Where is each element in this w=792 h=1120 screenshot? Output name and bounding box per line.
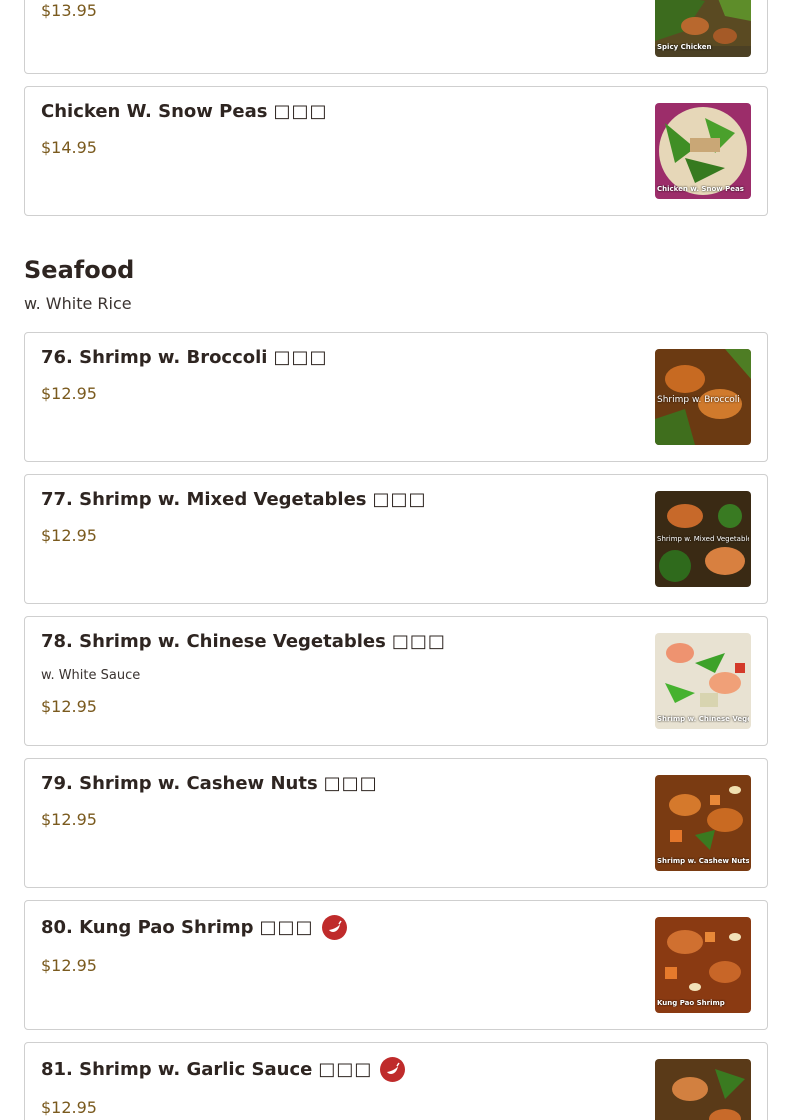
item-chinese-name: □□□ bbox=[259, 917, 314, 938]
spicy-pepper-icon bbox=[380, 1057, 406, 1082]
menu-item-card[interactable]: 77. Shrimp w. Mixed Vegetables □□□ $12.9… bbox=[24, 474, 768, 604]
item-thumbnail: Spicy Chicken bbox=[655, 0, 751, 57]
item-chinese-name: □□□ bbox=[318, 1059, 373, 1080]
item-name: 78. Shrimp w. Chinese Vegetables bbox=[41, 631, 386, 652]
thumbnail-caption: Shrimp w. Cashew Nuts bbox=[657, 857, 749, 865]
item-price: $14.95 bbox=[41, 138, 97, 157]
item-thumbnail: Shrimp w. Cashew Nuts bbox=[655, 775, 751, 871]
menu-item-card[interactable]: 76. Shrimp w. Broccoli □□□ $12.95 Shrimp… bbox=[24, 332, 768, 462]
item-title: 79. Shrimp w. Cashew Nuts □□□ bbox=[41, 773, 378, 794]
item-chinese-name: □□□ bbox=[273, 347, 328, 368]
item-chinese-name: □□□ bbox=[372, 489, 427, 510]
item-price: $12.95 bbox=[41, 810, 97, 829]
item-chinese-name: □□□ bbox=[273, 101, 328, 122]
menu-item-card[interactable]: 78. Shrimp w. Chinese Vegetables □□□ w. … bbox=[24, 616, 768, 746]
item-name: 80. Kung Pao Shrimp bbox=[41, 917, 254, 938]
item-description: w. White Sauce bbox=[41, 668, 141, 683]
thumbnail-caption: Kung Pao Shrimp bbox=[657, 999, 725, 1007]
item-title: 81. Shrimp w. Garlic Sauce □□□ bbox=[41, 1057, 406, 1082]
item-price: $12.95 bbox=[41, 697, 97, 716]
menu-item-card[interactable]: 81. Shrimp w. Garlic Sauce □□□ $12.95 bbox=[24, 1042, 768, 1120]
item-chinese-name: □□□ bbox=[391, 631, 446, 652]
item-title: Chicken W. Snow Peas □□□ bbox=[41, 101, 327, 122]
thumbnail-caption: Shrimp w. Chinese Vegetables bbox=[657, 715, 749, 723]
item-title: 78. Shrimp w. Chinese Vegetables □□□ bbox=[41, 631, 446, 652]
thumbnail-caption: Spicy Chicken bbox=[657, 43, 712, 51]
spicy-pepper-icon bbox=[321, 915, 347, 940]
section-title: Seafood bbox=[24, 256, 135, 284]
item-title: 80. Kung Pao Shrimp □□□ bbox=[41, 915, 347, 940]
item-price: $13.95 bbox=[41, 1, 97, 20]
menu-item-card[interactable]: 80. Kung Pao Shrimp □□□ $12.95 Kung Pao … bbox=[24, 900, 768, 1030]
item-title: 76. Shrimp w. Broccoli □□□ bbox=[41, 347, 328, 368]
menu-item-card[interactable]: Chicken W. Snow Peas □□□ $14.95 Chicken … bbox=[24, 86, 768, 216]
item-title: 77. Shrimp w. Mixed Vegetables □□□ bbox=[41, 489, 427, 510]
item-chinese-name: □□□ bbox=[323, 773, 378, 794]
item-thumbnail: Shrimp w. Broccoli bbox=[655, 349, 751, 445]
item-name: 77. Shrimp w. Mixed Vegetables bbox=[41, 489, 367, 510]
section-subtitle: w. White Rice bbox=[24, 294, 132, 313]
item-name: 79. Shrimp w. Cashew Nuts bbox=[41, 773, 318, 794]
item-thumbnail: Shrimp w. Chinese Vegetables bbox=[655, 633, 751, 729]
item-name: 81. Shrimp w. Garlic Sauce bbox=[41, 1059, 313, 1080]
menu-item-card[interactable]: $13.95 Spicy Chicken bbox=[24, 0, 768, 74]
item-price: $12.95 bbox=[41, 526, 97, 545]
item-name: Chicken W. Snow Peas bbox=[41, 101, 268, 122]
item-thumbnail: Shrimp w. Mixed Vegetables bbox=[655, 491, 751, 587]
thumbnail-caption: Shrimp w. Broccoli bbox=[657, 395, 740, 405]
thumbnail-caption: Shrimp w. Mixed Vegetables bbox=[657, 535, 749, 543]
item-name: 76. Shrimp w. Broccoli bbox=[41, 347, 268, 368]
item-price: $12.95 bbox=[41, 956, 97, 975]
thumbnail-caption: Chicken w. Snow Peas bbox=[657, 185, 744, 193]
menu-item-card[interactable]: 79. Shrimp w. Cashew Nuts □□□ $12.95 Shr… bbox=[24, 758, 768, 888]
item-price: $12.95 bbox=[41, 1098, 97, 1117]
item-thumbnail: Kung Pao Shrimp bbox=[655, 917, 751, 1013]
item-thumbnail bbox=[655, 1059, 751, 1120]
item-price: $12.95 bbox=[41, 384, 97, 403]
item-thumbnail: Chicken w. Snow Peas bbox=[655, 103, 751, 199]
